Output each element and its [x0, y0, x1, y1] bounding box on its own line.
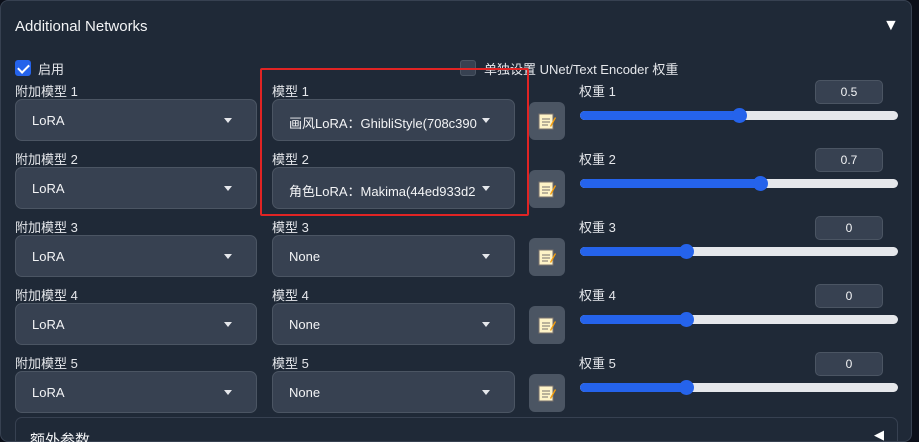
- dropdown-value: LoRA: [32, 113, 65, 128]
- notepad-icon: [538, 113, 556, 130]
- notepad-button[interactable]: [529, 170, 565, 208]
- additional-model-label: 附加模型 3: [15, 220, 78, 235]
- enable-label[interactable]: 启用: [38, 59, 64, 78]
- chevron-down-icon: [482, 322, 490, 327]
- weight-label: 权重 1: [579, 84, 616, 99]
- annotation-highlight-box: [260, 68, 529, 216]
- slider-fill: [580, 111, 739, 120]
- chevron-down-icon: [224, 322, 232, 327]
- weight-slider[interactable]: [580, 176, 898, 191]
- slider-fill: [580, 247, 686, 256]
- additional-model-dropdown[interactable]: LoRA: [15, 167, 257, 209]
- slider-thumb[interactable]: [753, 176, 769, 191]
- expand-triangle-icon: ◀: [874, 427, 884, 442]
- model-dropdown[interactable]: None: [272, 371, 515, 413]
- slider-fill: [580, 179, 761, 188]
- dropdown-value: None: [289, 317, 321, 332]
- chevron-down-icon: [482, 254, 490, 259]
- additional-model-label: 附加模型 2: [15, 152, 78, 167]
- dropdown-value: LoRA: [32, 181, 65, 196]
- extra-params-label: 额外参数: [30, 432, 91, 442]
- slider-fill: [580, 315, 686, 324]
- collapse-triangle-icon[interactable]: ▼: [883, 17, 899, 35]
- slider-thumb[interactable]: [732, 108, 747, 123]
- chevron-down-icon: [224, 118, 232, 123]
- weight-slider[interactable]: [580, 108, 898, 123]
- notepad-icon: [538, 249, 556, 266]
- chevron-down-icon: [224, 254, 232, 259]
- panel-title[interactable]: Additional Networks: [15, 18, 148, 35]
- additional-model-label: 附加模型 1: [15, 84, 78, 99]
- enable-checkbox[interactable]: [15, 60, 31, 76]
- slider-thumb[interactable]: [678, 312, 694, 327]
- additional-model-label: 附加模型 4: [15, 288, 78, 303]
- dropdown-value: LoRA: [32, 317, 65, 332]
- slider-thumb[interactable]: [678, 380, 694, 395]
- dropdown-value: None: [289, 385, 321, 400]
- weight-slider[interactable]: [580, 380, 898, 395]
- dropdown-value: None: [289, 249, 321, 264]
- weight-label: 权重 4: [579, 288, 616, 303]
- notepad-icon: [538, 385, 556, 402]
- additional-model-dropdown[interactable]: LoRA: [15, 303, 257, 345]
- notepad-button[interactable]: [529, 374, 565, 412]
- slider-thumb[interactable]: [678, 244, 694, 259]
- additional-model-dropdown[interactable]: LoRA: [15, 235, 257, 277]
- weight-number-input[interactable]: 0: [815, 352, 883, 376]
- weight-number-input[interactable]: 0: [815, 216, 883, 240]
- dropdown-value: LoRA: [32, 385, 65, 400]
- weight-label: 权重 3: [579, 220, 616, 235]
- weight-slider[interactable]: [580, 244, 898, 259]
- notepad-button[interactable]: [529, 306, 565, 344]
- notepad-icon: [538, 317, 556, 334]
- model-label: 模型 5: [272, 356, 309, 371]
- notepad-icon: [538, 181, 556, 198]
- notepad-button[interactable]: [529, 238, 565, 276]
- additional-model-dropdown[interactable]: LoRA: [15, 99, 257, 141]
- notepad-button[interactable]: [529, 102, 565, 140]
- model-label: 模型 4: [272, 288, 309, 303]
- model-dropdown[interactable]: None: [272, 235, 515, 277]
- chevron-down-icon: [224, 390, 232, 395]
- slider-fill: [580, 383, 686, 392]
- additional-networks-panel: Additional Networks ▼ 启用 单独设置 UNet/Text …: [0, 0, 912, 442]
- weight-number-input[interactable]: 0.5: [815, 80, 883, 104]
- weight-number-input[interactable]: 0: [815, 284, 883, 308]
- additional-model-label: 附加模型 5: [15, 356, 78, 371]
- model-dropdown[interactable]: None: [272, 303, 515, 345]
- additional-model-dropdown[interactable]: LoRA: [15, 371, 257, 413]
- weight-number-input[interactable]: 0.7: [815, 148, 883, 172]
- weight-slider[interactable]: [580, 312, 898, 327]
- dropdown-value: LoRA: [32, 249, 65, 264]
- extra-params-accordion[interactable]: 额外参数 ◀: [15, 417, 898, 442]
- chevron-down-icon: [482, 390, 490, 395]
- weight-label: 权重 5: [579, 356, 616, 371]
- model-label: 模型 3: [272, 220, 309, 235]
- weight-label: 权重 2: [579, 152, 616, 167]
- chevron-down-icon: [224, 186, 232, 191]
